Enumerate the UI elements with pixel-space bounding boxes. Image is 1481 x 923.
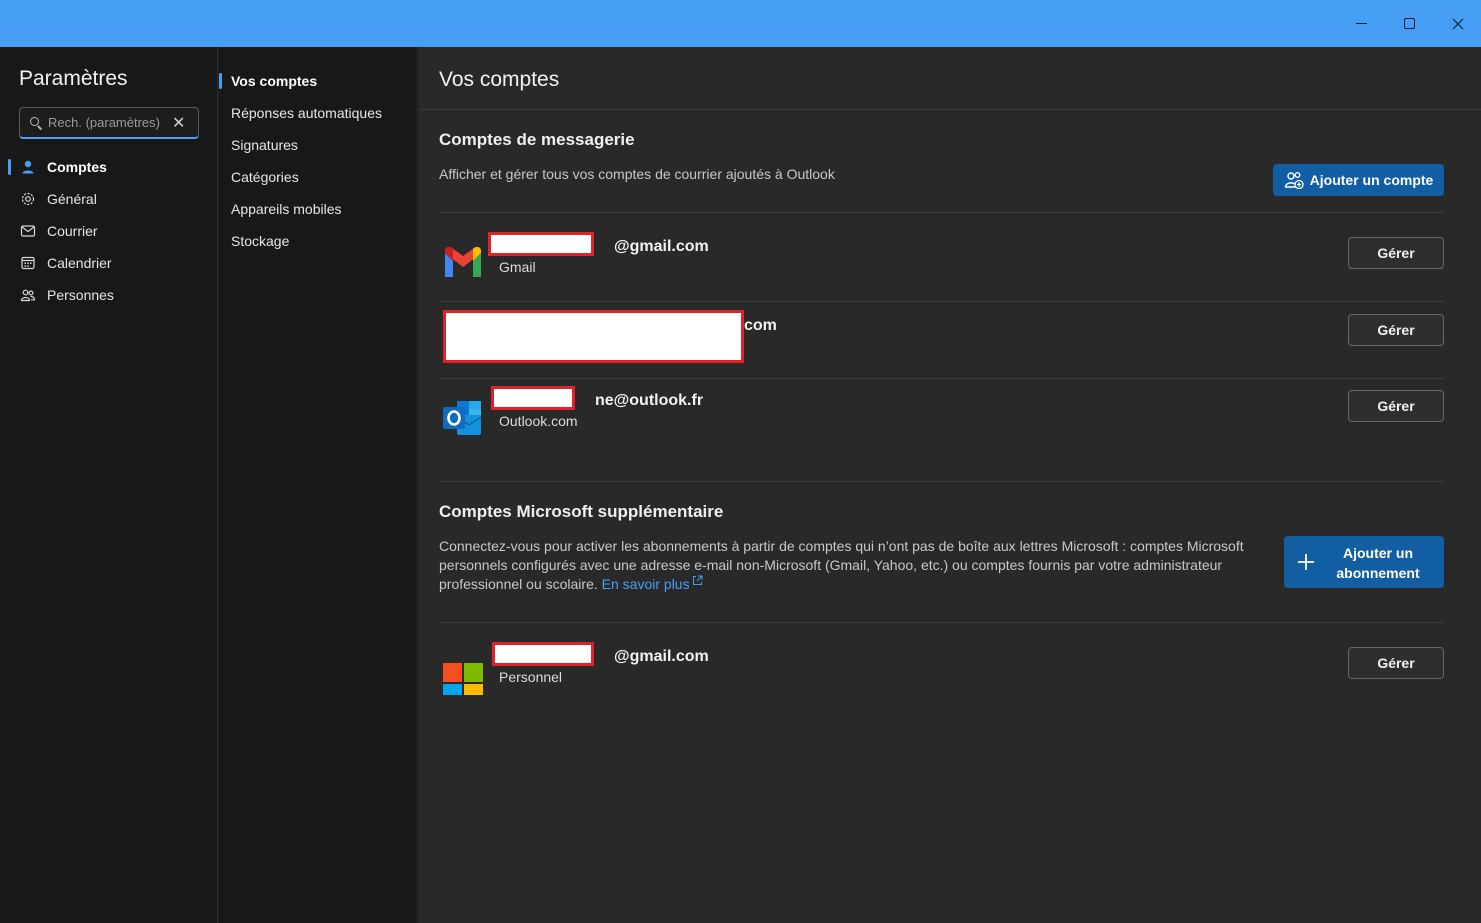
nav-item-label: Calendrier — [47, 255, 112, 271]
redacted-email — [492, 642, 594, 666]
redacted-email — [488, 232, 594, 256]
add-account-button[interactable]: Ajouter un compte — [1273, 164, 1444, 196]
calendar-icon — [19, 254, 37, 272]
nav-item-label: Courrier — [47, 223, 98, 239]
settings-title: Paramètres — [19, 67, 128, 90]
add-subscription-button[interactable]: Ajouter un abonnement — [1284, 536, 1444, 588]
people-icon — [19, 286, 37, 304]
redacted-email — [443, 310, 744, 363]
mail-accounts-description: Afficher et gérer tous vos comptes de co… — [439, 166, 835, 182]
microsoft-accounts-description: Connectez-vous pour activer les abonneme… — [439, 537, 1259, 594]
person-icon — [19, 158, 37, 176]
account-row-redacted: com Gérer — [439, 309, 1444, 369]
settings-search[interactable]: ✕ — [19, 107, 199, 139]
divider — [439, 481, 1444, 482]
maximize-button[interactable] — [1386, 0, 1433, 47]
minimize-button[interactable] — [1338, 0, 1385, 47]
account-type: Gmail — [499, 259, 536, 275]
account-row-microsoft: @gmail.com Personnel Gérer — [439, 639, 1444, 699]
account-email: com — [744, 317, 777, 334]
add-account-label: Ajouter un compte — [1309, 172, 1434, 188]
settings-sidebar: Paramètres ✕ Comptes Général Courrier — [0, 47, 218, 923]
accounts-subnav: Vos comptes Réponses automatiques Signat… — [219, 65, 418, 257]
manage-button[interactable]: Gérer — [1348, 237, 1444, 269]
add-subscription-label-line1: Ajouter un — [1343, 545, 1413, 561]
main-content: Vos comptes Comptes de messagerie Affich… — [419, 47, 1481, 923]
minimize-icon — [1356, 23, 1367, 24]
subnav-item-appareils-mobiles[interactable]: Appareils mobiles — [219, 193, 418, 225]
manage-button[interactable]: Gérer — [1348, 647, 1444, 679]
subnav-item-signatures[interactable]: Signatures — [219, 129, 418, 161]
mail-accounts-heading: Comptes de messagerie — [439, 130, 635, 149]
manage-button[interactable]: Gérer — [1348, 390, 1444, 422]
divider — [439, 212, 1444, 213]
account-row-gmail: @gmail.com Gmail Gérer — [439, 229, 1444, 289]
divider — [439, 622, 1444, 623]
add-subscription-label: Ajouter un abonnement — [1324, 543, 1432, 583]
divider — [439, 378, 1444, 379]
title-bar — [0, 0, 1481, 47]
close-icon — [1452, 18, 1463, 29]
settings-nav: Comptes Général Courrier Calendrier Pers… — [0, 151, 218, 311]
nav-item-comptes[interactable]: Comptes — [0, 151, 218, 183]
learn-more-label: En savoir plus — [601, 576, 690, 592]
account-email: @gmail.com — [614, 648, 709, 665]
add-subscription-label-line2: abonnement — [1336, 565, 1420, 581]
close-button[interactable] — [1434, 0, 1481, 47]
account-type: Outlook.com — [499, 413, 578, 429]
accounts-subnav-pane: Vos comptes Réponses automatiques Signat… — [219, 47, 418, 923]
nav-item-label: Personnes — [47, 287, 114, 303]
clear-search-icon[interactable]: ✕ — [172, 113, 185, 133]
account-type: Personnel — [499, 669, 563, 685]
search-icon — [30, 116, 42, 129]
page-title: Vos comptes — [439, 68, 560, 91]
gmail-icon — [445, 247, 481, 277]
nav-item-label: Comptes — [47, 159, 107, 175]
learn-more-link[interactable]: En savoir plus — [601, 575, 703, 592]
nav-item-label: Général — [47, 191, 97, 207]
add-people-icon — [1284, 172, 1304, 189]
redacted-email — [491, 386, 575, 410]
account-row-outlook: ne@outlook.fr Outlook.com Gérer — [439, 383, 1444, 443]
search-input[interactable] — [48, 115, 166, 130]
microsoft-icon — [443, 663, 483, 695]
maximize-icon — [1404, 18, 1415, 29]
plus-icon — [1298, 554, 1314, 570]
subnav-item-categories[interactable]: Catégories — [219, 161, 418, 193]
external-link-icon — [692, 575, 703, 585]
account-email: ne@outlook.fr — [595, 392, 704, 409]
microsoft-accounts-heading: Comptes Microsoft supplémentaire — [439, 502, 724, 521]
subnav-item-reponses-automatiques[interactable]: Réponses automatiques — [219, 97, 418, 129]
nav-item-courrier[interactable]: Courrier — [0, 215, 218, 247]
divider — [439, 301, 1444, 302]
subnav-item-stockage[interactable]: Stockage — [219, 225, 418, 257]
account-email: @gmail.com — [614, 238, 709, 255]
mail-icon — [19, 222, 37, 240]
nav-item-calendrier[interactable]: Calendrier — [0, 247, 218, 279]
nav-item-general[interactable]: Général — [0, 183, 218, 215]
microsoft-accounts-description-text: Connectez-vous pour activer les abonneme… — [439, 538, 1244, 592]
manage-button[interactable]: Gérer — [1348, 314, 1444, 346]
header-divider — [419, 109, 1481, 110]
gear-icon — [19, 190, 37, 208]
subnav-item-vos-comptes[interactable]: Vos comptes — [219, 65, 418, 97]
nav-item-personnes[interactable]: Personnes — [0, 279, 218, 311]
outlook-icon — [443, 401, 482, 435]
